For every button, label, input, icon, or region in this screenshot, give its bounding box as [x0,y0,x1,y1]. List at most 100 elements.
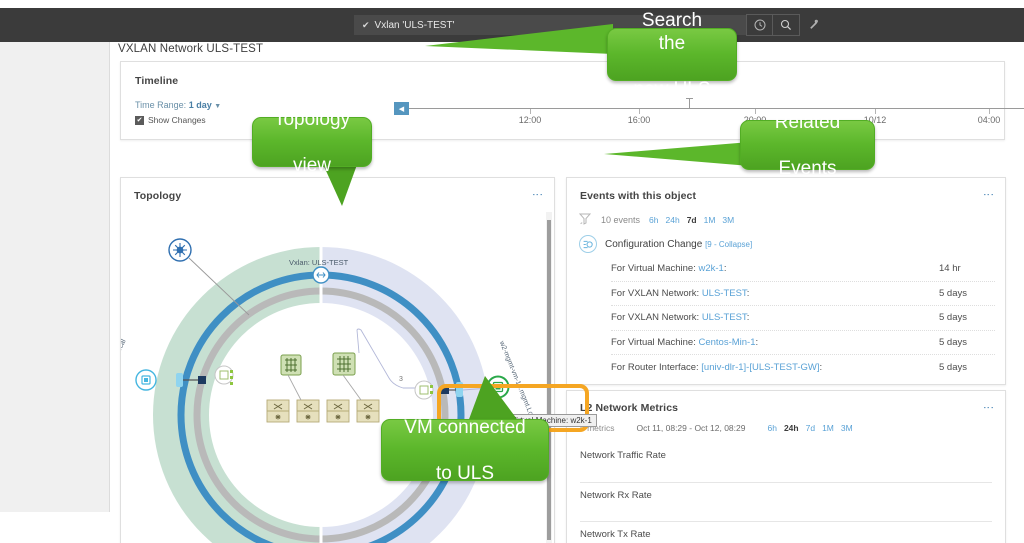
time-range-selector[interactable]: Time Range: 1 day ▼ [135,100,221,110]
event-row[interactable]: For VXLAN Network: ULS-TEST: 5 days [611,306,995,331]
events-filter-row: 10 events 6h 24h 7d 1M 3M [578,213,734,227]
metric-row[interactable]: Network Tx Rate [580,521,992,543]
metrics-range-1m[interactable]: 1M [822,423,834,433]
timeline-tick [875,109,876,114]
metrics-range-3m[interactable]: 3M [841,423,853,433]
timeline-title: Timeline [135,75,179,87]
event-row-description: For Virtual Machine: Centos-Min-1: [611,337,758,348]
search-icon[interactable] [773,14,800,36]
event-row-suffix: : [755,336,759,348]
events-card: Events with this object ⋮ 10 events 6h 24… [566,177,1006,385]
events-menu-icon[interactable]: ⋮ [982,189,994,200]
event-row-prefix: For VXLAN Network: [611,312,702,324]
events-range-7d[interactable]: 7d [687,215,697,225]
events-group-title: Configuration Change [605,238,703,250]
metric-row[interactable]: Network Rx Rate [580,482,992,521]
events-group-collapse-link[interactable]: [9 - Collapse] [705,240,752,249]
events-count-label: 10 events [601,215,641,225]
event-row-suffix: : [746,287,750,299]
metrics-range-24h[interactable]: 24h [784,423,799,433]
event-row-link[interactable]: ULS-TEST [702,288,747,299]
timeline-tick-label: 04:00 [977,115,1001,125]
event-row-suffix: : [723,263,727,275]
event-row-description: For Router Interface: [univ-dlr-1]-[ULS-… [611,362,822,373]
configuration-change-icon [579,235,597,253]
pin-icon[interactable] [800,14,827,36]
event-row-description: For VXLAN Network: ULS-TEST: [611,312,749,323]
callout-topology-line1: Topology [273,108,351,130]
topbar-left-spacer [0,8,354,42]
event-row-description: For VXLAN Network: ULS-TEST: [611,288,749,299]
events-range-links: 6h 24h 7d 1M 3M [649,215,734,225]
events-range-24h[interactable]: 24h [666,215,680,225]
callout-topology-line2: view [292,154,331,176]
left-gutter [0,42,110,512]
topology-title: Topology [134,190,182,202]
metrics-date-range: Oct 11, 08:29 - Oct 12, 08:29 [636,423,746,433]
callout-tail-events [604,142,750,166]
metric-row[interactable]: Network Traffic Rate [580,443,992,482]
topology-menu-icon[interactable]: ⋮ [531,189,543,200]
topology-scrollbar-thumb[interactable] [547,220,551,540]
events-range-3m[interactable]: 3M [722,215,734,225]
topology-card: Topology ⋮ vi2-vm-c3b4.mgmt.Local w2-mgm… [120,177,555,543]
events-range-6h[interactable]: 6h [649,215,658,225]
metrics-menu-icon[interactable]: ⋮ [982,402,994,413]
event-row-link[interactable]: [univ-dlr-1]-[ULS-TEST-GW] [701,362,819,373]
events-range-1m[interactable]: 1M [704,215,716,225]
search-check-icon: ✔ [362,19,370,30]
event-row[interactable]: For Virtual Machine: Centos-Min-1: 5 days [611,331,995,355]
timeline-tick-label: 16:00 [627,115,651,125]
event-row-prefix: For Virtual Machine: [611,336,699,348]
metrics-range-7d[interactable]: 7d [806,423,815,433]
timeline-handle-left[interactable]: ◀ [394,102,409,115]
events-list: For Virtual Machine: w2k-1: 14 hr For VXLA… [611,257,995,380]
callout-events-line2: Events [778,157,837,179]
event-row-age: 5 days [939,361,967,373]
topbar-icon-group [746,14,827,36]
event-row-age: 5 days [939,312,967,324]
page-title: VXLAN Network ULS-TEST [118,43,264,55]
event-row-link[interactable]: ULS-TEST [702,312,747,323]
event-row[interactable]: For VXLAN Network: ULS-TEST: 5 days [611,282,995,306]
timeline-tick [639,109,640,114]
metrics-range-6h[interactable]: 6h [767,423,776,433]
topology-scrollbar[interactable] [546,212,552,543]
event-row-link[interactable]: w2k-1 [698,263,723,274]
event-row-suffix: : [819,361,823,373]
event-row-prefix: For Virtual Machine: [611,263,699,275]
timeline-tick [989,109,990,114]
metrics-subheader: 5 metrics Oct 11, 08:29 - Oct 12, 08:29 … [580,423,853,433]
event-row-age: 5 days [939,336,967,348]
topology-vxlan-label: Vxlan: ULS-TEST [289,258,349,267]
filter-icon[interactable] [578,213,592,227]
timeline-track[interactable] [397,108,1024,109]
event-row[interactable]: For Virtual Machine: w2k-1: 14 hr [611,257,995,282]
event-row[interactable]: For Router Interface: [univ-dlr-1]-[ULS-… [611,355,995,380]
event-row-prefix: For Router Interface: [611,361,702,373]
events-group-header[interactable]: Configuration Change [9 - Collapse] [579,235,752,253]
checkbox-icon: ✔ [135,115,144,125]
callout-search-the-new-uls: Search the new ULS [607,10,737,100]
event-row-age: 14 hr [939,263,961,275]
callout-topology-view: Topology view [252,109,372,176]
callout-events-line1: Related [774,111,841,133]
timeline-tick-label: 12:00 [518,115,542,125]
events-group-label: Configuration Change [9 - Collapse] [605,239,752,250]
time-range-value: 1 day [188,100,212,110]
time-range-label: Time Range: [135,100,187,110]
timeline-tick [530,109,531,114]
event-row-suffix: : [746,312,750,324]
show-changes-label: Show Changes [148,115,206,125]
event-row-prefix: For VXLAN Network: [611,287,702,299]
history-icon[interactable] [746,14,773,36]
callout-search-line1: Search the [641,9,703,54]
callout-tail-search [425,24,613,54]
metrics-title: L2 Network Metrics [580,402,679,414]
metrics-row-list: Network Traffic Rate Network Rx Rate Netwo… [580,443,992,543]
callout-vm-connected-to-uls: VM connected to ULS [381,417,549,484]
callout-vm-line2: to ULS [435,462,495,484]
show-changes-toggle[interactable]: ✔ Show Changes [135,115,206,125]
metrics-card: L2 Network Metrics ⋮ 5 metrics Oct 11, 0… [566,390,1006,543]
event-row-link[interactable]: Centos-Min-1 [698,337,755,348]
